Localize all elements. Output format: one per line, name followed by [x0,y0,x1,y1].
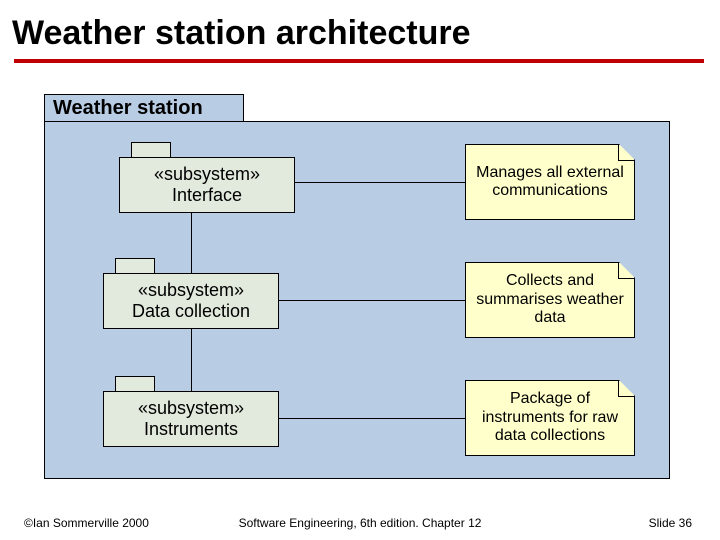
note-instruments: Package of instruments for raw data coll… [465,380,635,456]
title-underline [14,59,704,63]
note-communications: Manages all external communications [465,144,635,220]
stereotype-label: «subsystem» [138,398,244,419]
note-collects: Collects and summarises weather data [465,262,635,338]
subsystem-tab [115,376,155,392]
note-fold-icon [618,263,634,279]
subsystem-tab [131,142,171,158]
connector-line [279,300,465,301]
subsystem-name: Interface [172,185,242,206]
note-fold-icon [618,145,634,161]
subsystem-tab [115,258,155,274]
subsystem-body: «subsystem» Instruments [103,391,279,447]
footer-slide-number: Slide 36 [649,516,692,530]
package-tab: Weather station [44,94,244,122]
subsystem-name: Instruments [144,419,238,440]
footer-book-ref: Software Engineering, 6th edition. Chapt… [239,516,482,530]
stereotype-label: «subsystem» [138,280,244,301]
slide-title: Weather station architecture [0,0,720,59]
subsystem-name: Data collection [132,301,250,322]
note-text: Collects and summarises weather data [472,272,628,327]
package-body: «subsystem» Interface «subsystem» Data c… [44,121,670,479]
footer-copyright: ©Ian Sommerville 2000 [24,516,149,530]
connector-line [191,213,192,273]
package-weather-station: Weather station «subsystem» Interface «s… [44,94,670,480]
subsystem-body: «subsystem» Interface [119,157,295,213]
connector-line [279,418,465,419]
note-text: Manages all external communications [472,164,628,201]
stereotype-label: «subsystem» [154,164,260,185]
connector-line [295,182,465,183]
slide-footer: ©Ian Sommerville 2000 Software Engineeri… [0,516,720,530]
note-text: Package of instruments for raw data coll… [472,390,628,445]
connector-line [191,329,192,391]
subsystem-body: «subsystem» Data collection [103,273,279,329]
note-fold-icon [618,381,634,397]
